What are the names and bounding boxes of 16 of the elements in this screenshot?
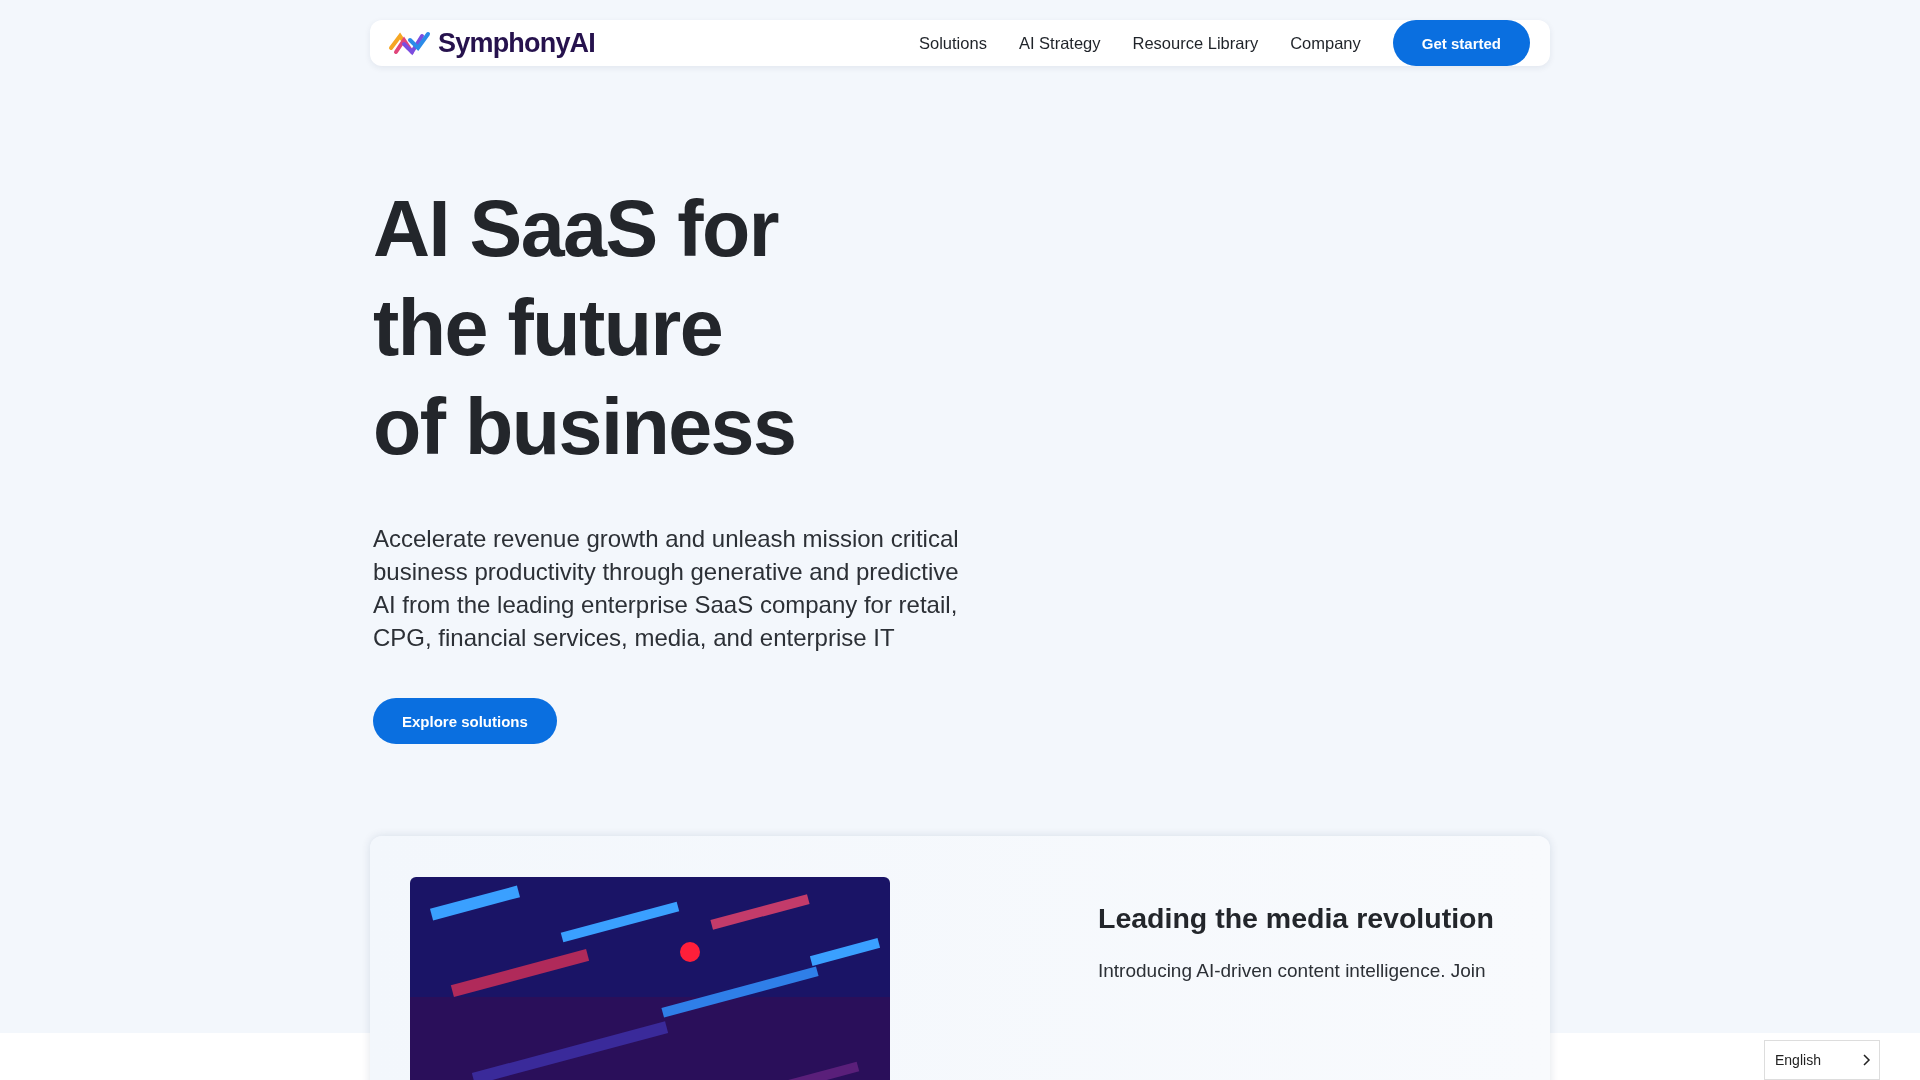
logo-icon bbox=[388, 30, 432, 56]
nav-link[interactable]: Solutions bbox=[919, 33, 987, 53]
hero-title: of business bbox=[373, 381, 796, 473]
nav-link[interactable]: Company bbox=[1290, 33, 1361, 53]
explore-solutions-button[interactable]: Explore solutions bbox=[373, 698, 557, 744]
hero-title: the future bbox=[373, 282, 723, 374]
card-description: Introducing AI-driven content intelligence. Join bbox=[1098, 959, 1487, 983]
logo-text[interactable]: SymphonyAI bbox=[438, 27, 596, 59]
nav-link[interactable]: Resource Library bbox=[1132, 33, 1259, 53]
language-selector[interactable]: English bbox=[1764, 1040, 1880, 1080]
nav-link[interactable]: AI Strategy bbox=[1018, 33, 1101, 53]
chevron-right-icon bbox=[1861, 1053, 1871, 1067]
hero-description: Accelerate revenue growth and unleash mission critical business productivity through generative and predictive AI from the leading enterprise SaaS company for retail, CPG, financial services, media, and enterprise IT bbox=[373, 524, 960, 653]
card-title: Leading the media revolution bbox=[1098, 901, 1495, 935]
hero-title: AI SaaS for bbox=[373, 183, 778, 275]
get-started-button[interactable]: Get started bbox=[1392, 20, 1530, 66]
